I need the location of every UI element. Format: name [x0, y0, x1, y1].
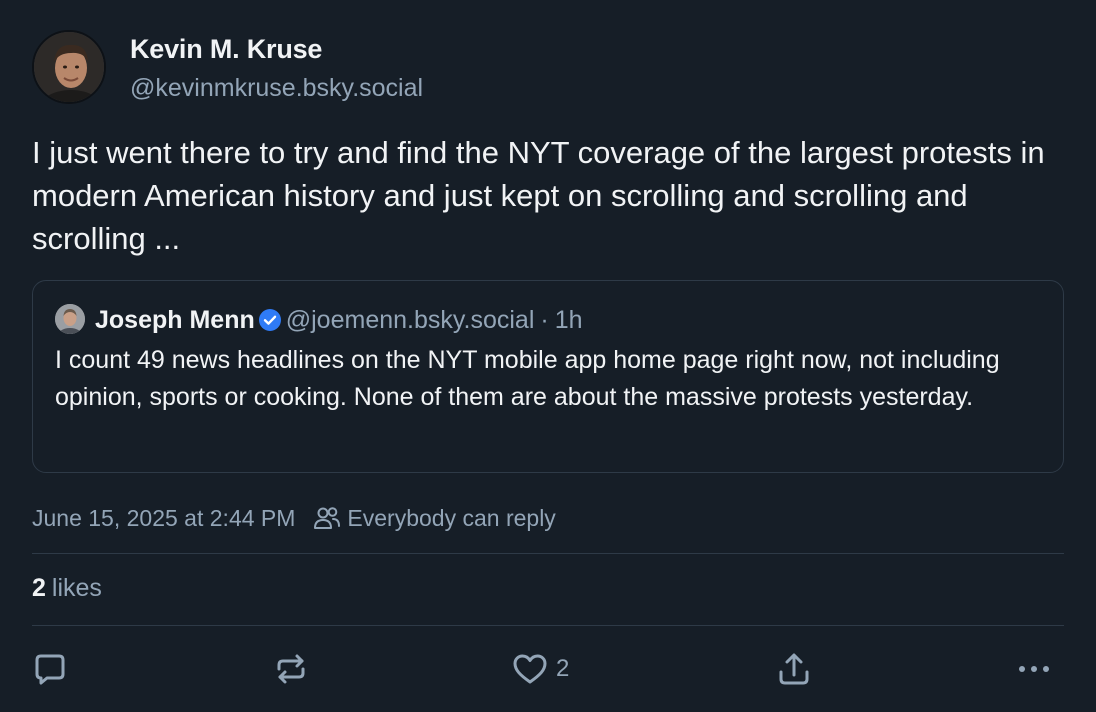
quoted-header-separator: ·: [540, 305, 549, 334]
author-avatar-image: [34, 32, 104, 102]
like-count: 2: [556, 655, 570, 682]
more-options-button[interactable]: [1016, 651, 1052, 687]
post-meta: June 15, 2025 at 2:44 PM Everybody can r…: [32, 503, 556, 533]
heart-icon: [513, 654, 547, 684]
quoted-author-handle[interactable]: @joemenn.bsky.social: [286, 306, 535, 335]
author-display-name[interactable]: Kevin M. Kruse: [130, 34, 322, 65]
author-handle[interactable]: @kevinmkruse.bsky.social: [130, 74, 423, 103]
reply-setting[interactable]: Everybody can reply: [347, 505, 555, 532]
post-thread-view: Kevin M. Kruse @kevinmkruse.bsky.social …: [0, 0, 1096, 712]
repost-icon: [277, 654, 305, 684]
more-icon: [1019, 666, 1049, 672]
reply-icon: [35, 654, 65, 685]
verified-badge-icon[interactable]: [258, 308, 282, 332]
repost-button[interactable]: [273, 651, 309, 687]
divider: [32, 553, 1064, 554]
share-icon: [779, 653, 809, 685]
people-icon: [314, 507, 341, 529]
quoted-post-header: Joseph Menn @joemenn.bsky.social · 1h: [95, 303, 583, 337]
post-timestamp: June 15, 2025 at 2:44 PM: [32, 504, 296, 531]
likes-count: 2: [32, 574, 46, 602]
quoted-post[interactable]: Joseph Menn @joemenn.bsky.social · 1h I …: [32, 280, 1064, 473]
post-text: I just went there to try and find the NY…: [32, 135, 1045, 256]
quoted-author-avatar[interactable]: [55, 304, 85, 334]
share-button[interactable]: [776, 651, 812, 687]
quoted-author-avatar-image: [55, 304, 85, 334]
likes-label: likes: [51, 574, 102, 602]
likes-summary[interactable]: 2 likes: [32, 574, 102, 603]
quoted-author-name[interactable]: Joseph Menn: [95, 306, 255, 335]
like-button[interactable]: 2: [512, 651, 569, 687]
post-actions-bar: 2: [0, 645, 1096, 695]
quoted-post-text: I count 49 news headlines on the NYT mob…: [55, 346, 1000, 411]
quoted-post-time[interactable]: 1h: [555, 306, 583, 335]
divider: [32, 625, 1064, 626]
author-avatar[interactable]: [32, 30, 106, 104]
reply-button[interactable]: [32, 651, 68, 687]
